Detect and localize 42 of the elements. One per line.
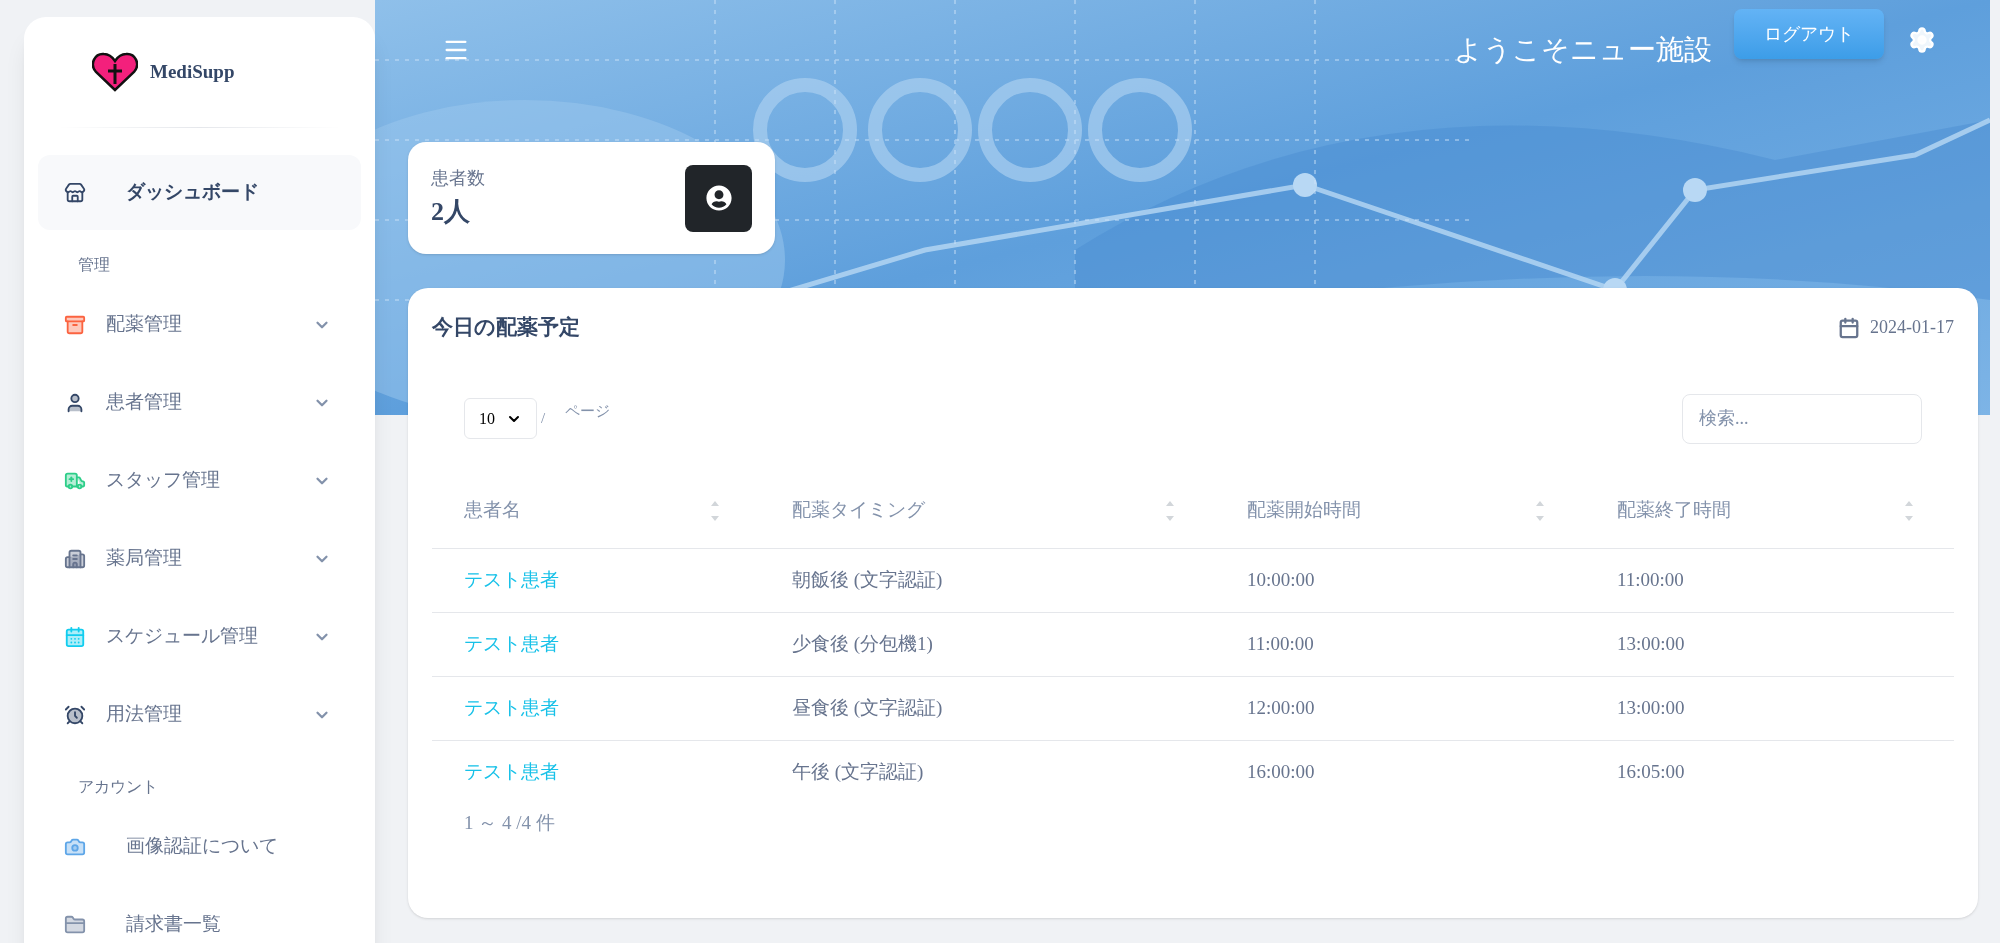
table-cell: 11:00:00 bbox=[1617, 568, 1684, 590]
table-cell: 16:05:00 bbox=[1617, 761, 1685, 783]
nav-item[interactable]: 薬局管理 bbox=[38, 521, 361, 596]
calendar-icon bbox=[1838, 316, 1860, 339]
table-cell: 少食後 (分包機1) bbox=[792, 632, 933, 654]
table-cell: 10:00:00 bbox=[1247, 568, 1315, 590]
nav-item[interactable]: 請求書一覧 bbox=[38, 887, 361, 943]
nav-item[interactable]: 配薬管理 bbox=[38, 287, 361, 362]
table-cell: 13:00:00 bbox=[1617, 696, 1685, 718]
page-size-select[interactable]: 10 bbox=[464, 398, 537, 439]
column-header[interactable]: 患者名 bbox=[464, 496, 710, 525]
welcome-text: ようこそニュー施設 bbox=[1454, 33, 1712, 67]
table-cell: 朝飯後 (文字認証) bbox=[792, 568, 943, 590]
card-title: 今日の配薬予定 bbox=[432, 314, 581, 341]
table-cell: 12:00:00 bbox=[1247, 696, 1315, 718]
section-heading: アカウント bbox=[77, 777, 159, 797]
nav-item[interactable]: スケジュール管理 bbox=[38, 599, 361, 674]
separator-text: / bbox=[541, 409, 546, 429]
table-cell: 午後 (文字認証) bbox=[792, 761, 924, 783]
column-header[interactable]: 配薬開始時間 bbox=[1247, 496, 1535, 525]
table-cell: 13:00:00 bbox=[1617, 632, 1685, 654]
nav-item[interactable]: 患者管理 bbox=[38, 365, 361, 440]
page-label: ページ bbox=[565, 402, 611, 422]
settings-icon[interactable] bbox=[1908, 26, 1936, 54]
column-header[interactable]: 配薬終了時間 bbox=[1617, 496, 1904, 525]
table-cell: 昼食後 (文字認証) bbox=[792, 696, 943, 718]
column-header[interactable]: 配薬タイミング bbox=[792, 496, 1165, 525]
date-text: 2024-01-17 bbox=[1870, 316, 1954, 340]
stat-label: 患者数 bbox=[431, 167, 486, 190]
search-field[interactable]: 検索... bbox=[1682, 393, 1922, 444]
heart-cross-icon bbox=[92, 52, 138, 92]
section-heading: 管理 bbox=[77, 255, 111, 275]
nav-item[interactable]: ダッシュボード bbox=[38, 155, 361, 230]
nav-item[interactable]: 用法管理 bbox=[38, 677, 361, 752]
entries-count: 1 ～ 4 /4 件 bbox=[463, 810, 556, 835]
nav-item[interactable]: 画像認証について bbox=[38, 809, 361, 884]
stat-value: 2人 bbox=[431, 196, 471, 228]
brand-name: MediSupp bbox=[150, 59, 235, 84]
table-cell: 16:00:00 bbox=[1247, 761, 1315, 783]
table-cell: 11:00:00 bbox=[1247, 632, 1314, 654]
logout-button[interactable]: ログアウト bbox=[1734, 9, 1884, 59]
nav-item[interactable]: スタッフ管理 bbox=[38, 443, 361, 518]
